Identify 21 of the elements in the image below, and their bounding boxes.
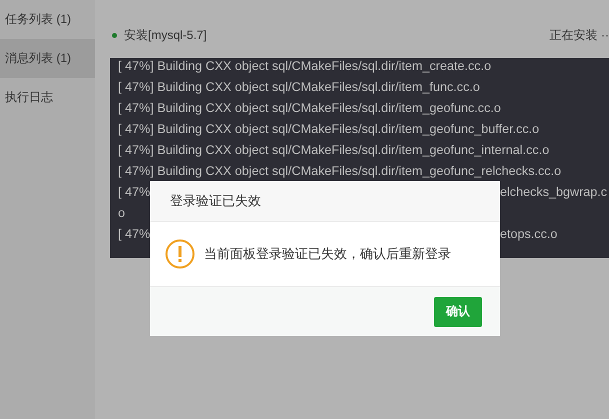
log-line: [ 47%] Building CXX object sql/CMakeFiles/sql.dir/item_geofunc_buffer.cc.o (118, 122, 540, 136)
task-status: 正在安装 ·· (550, 27, 609, 44)
sidebar-item[interactable]: 任务列表 (1) (0, 0, 95, 39)
status-dot-icon (112, 33, 117, 38)
dialog-title: 登录验证已失效 (170, 192, 261, 210)
task-name: 安装[mysql-5.7] (124, 27, 207, 44)
dialog-message: 当前面板登录验证已失效，确认后重新登录 (204, 245, 451, 263)
log-line: [ 47%] Building CXX object sql/CMakeFiles/sql.dir/item_geofunc.cc.o (118, 101, 501, 115)
log-line: elchecks_bgwrap.c (500, 184, 608, 201)
warning-icon (165, 239, 195, 269)
log-line: [ 47%] Building CXX object sql/CMakeFiles/sql.dir/item_func.cc.o (118, 80, 480, 94)
log-line: etops.cc.o (500, 226, 558, 243)
confirm-button[interactable]: 确认 (434, 296, 482, 326)
log-line: o (118, 206, 126, 220)
log-line: [ 47%] Building CXX object sql/CMakeFiles/sql.dir/item_geofunc_relchecks.cc.o (118, 164, 562, 178)
log-line: [ 47%] Building CXX object sql/CMakeFiles/sql.dir/item_geofunc_internal.cc.o (118, 143, 550, 157)
sidebar-item[interactable]: 执行日志 (0, 78, 95, 117)
sidebar-item[interactable]: 消息列表 (1) (0, 39, 95, 78)
log-line: [ 47% (118, 184, 150, 201)
log-line: [ 47% (118, 226, 150, 243)
log-line: [ 47%] Building CXX object sql/CMakeFiles/sql.dir/item_create.cc.o (118, 59, 492, 73)
